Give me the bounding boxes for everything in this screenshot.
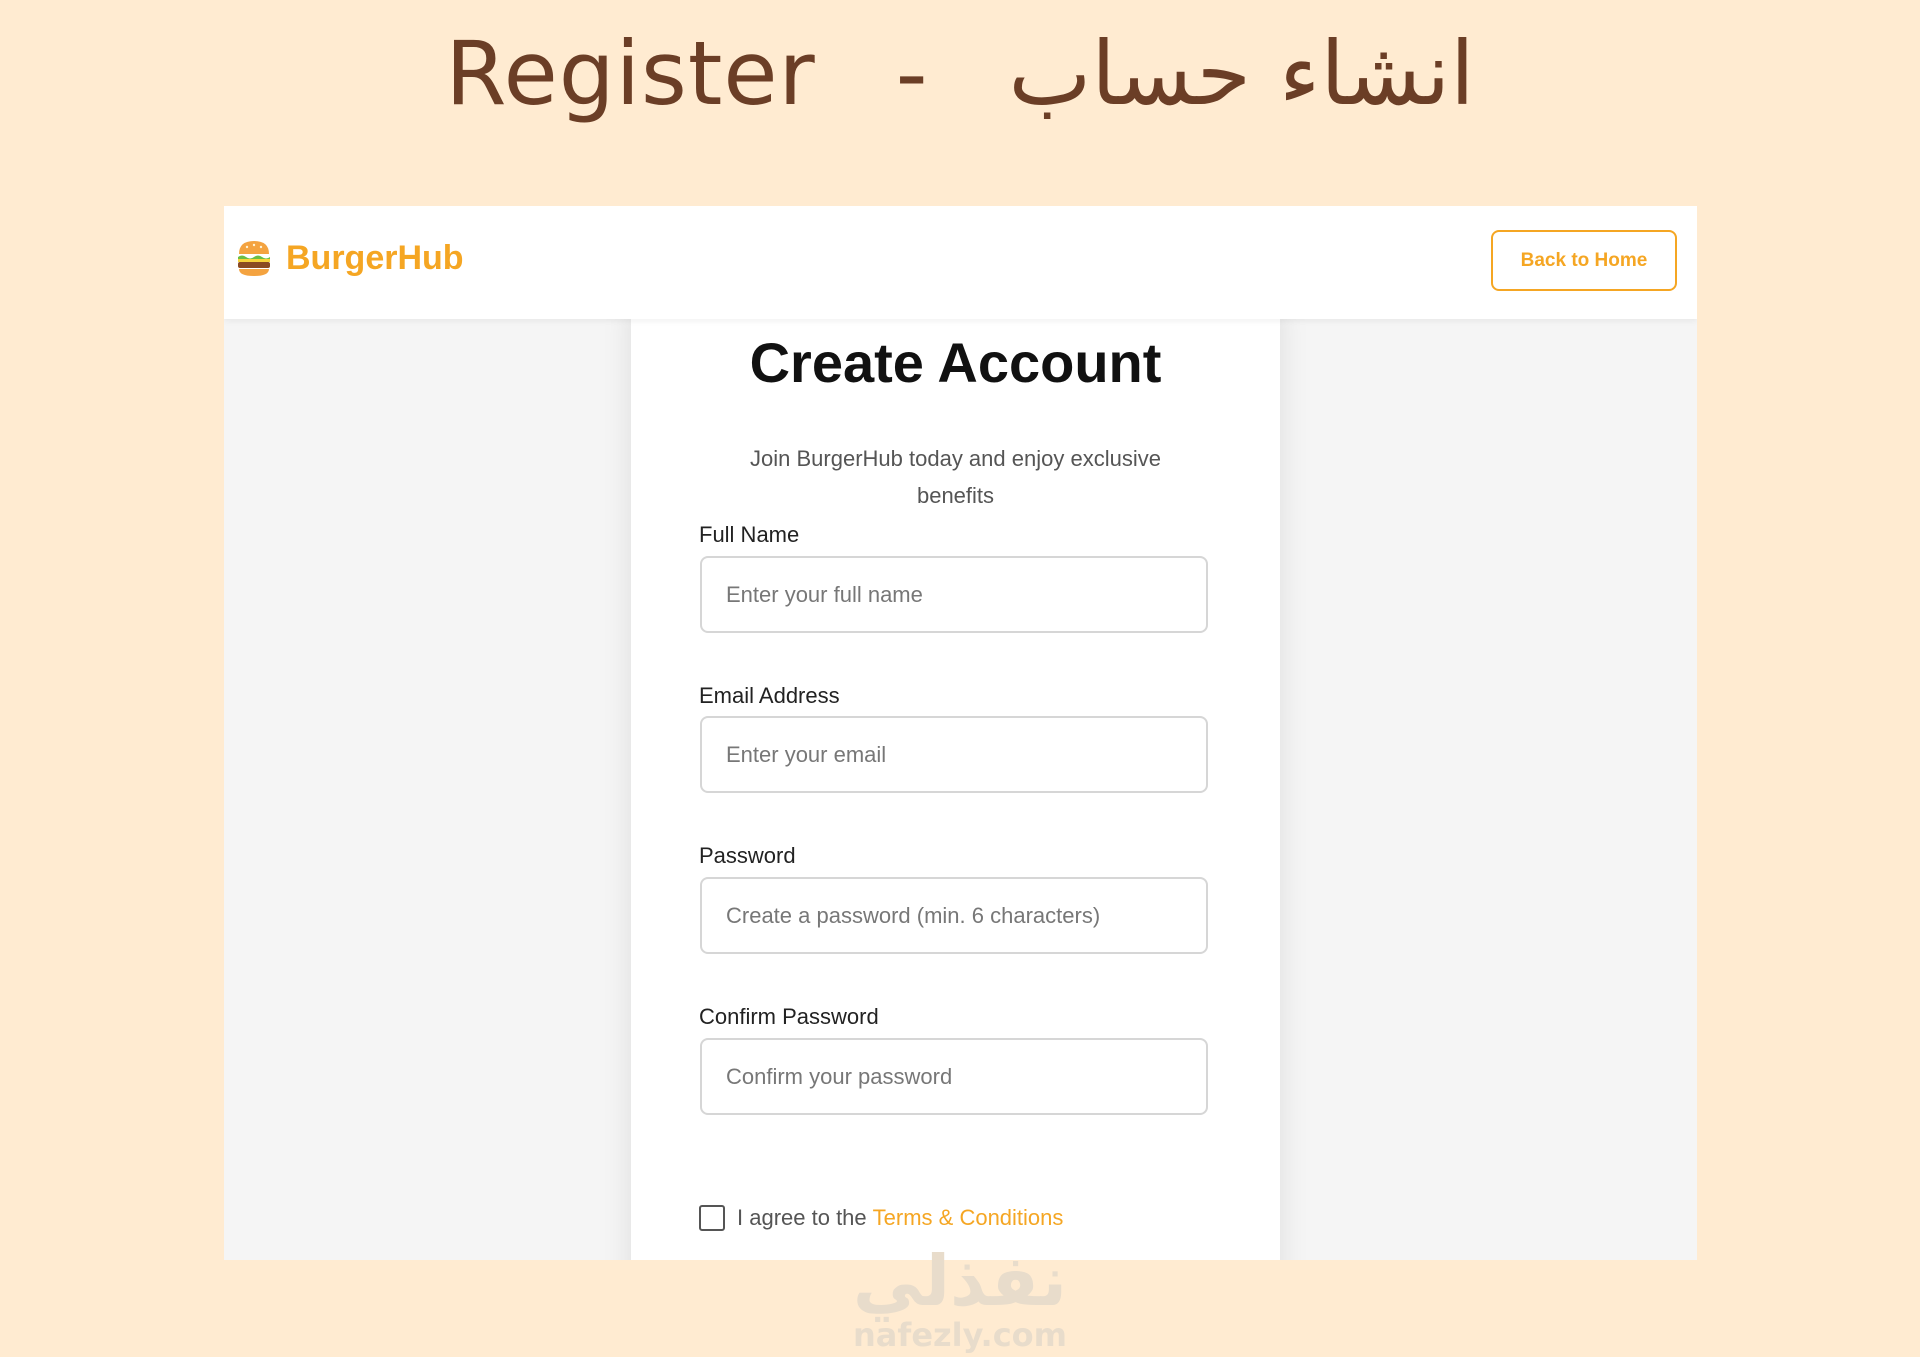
brand-name: BurgerHub	[286, 238, 464, 277]
banner-title-english: Register	[445, 22, 816, 125]
banner-separator: -	[895, 22, 929, 125]
full-name-label: Full Name	[699, 522, 800, 547]
back-to-home-button[interactable]: Back to Home	[1491, 230, 1677, 291]
confirm-password-input[interactable]	[700, 1038, 1208, 1115]
terms-link[interactable]: Terms & Conditions	[873, 1205, 1064, 1231]
terms-checkbox[interactable]	[699, 1205, 725, 1231]
watermark-latin: nafezly.com	[853, 1316, 1067, 1354]
burger-icon	[238, 241, 270, 276]
email-input[interactable]	[700, 716, 1208, 793]
banner-title-arabic: انشاء حساب	[1008, 22, 1475, 125]
full-name-input[interactable]	[700, 556, 1208, 633]
banner-title: Register - انشاء حساب	[0, 22, 1920, 125]
email-label: Email Address	[699, 683, 840, 708]
terms-text: I agree to the	[737, 1205, 867, 1230]
password-input[interactable]	[700, 877, 1208, 954]
page-subtitle: Join BurgerHub today and enjoy exclusive…	[750, 446, 1161, 508]
confirm-password-label: Confirm Password	[699, 1004, 879, 1029]
password-label: Password	[699, 843, 796, 868]
watermark-arabic: نفذلي	[852, 1240, 1068, 1322]
navbar: BurgerHub Back to Home	[224, 206, 1697, 319]
page-title: Create Account	[749, 331, 1162, 394]
terms-row: I agree to the Terms & Conditions	[699, 1205, 1063, 1231]
register-card: Create Account Join BurgerHub today and …	[631, 306, 1280, 1260]
app-screenshot: BurgerHub Back to Home Create Account Jo…	[224, 206, 1697, 1260]
brand-logo[interactable]: BurgerHub	[236, 238, 464, 278]
